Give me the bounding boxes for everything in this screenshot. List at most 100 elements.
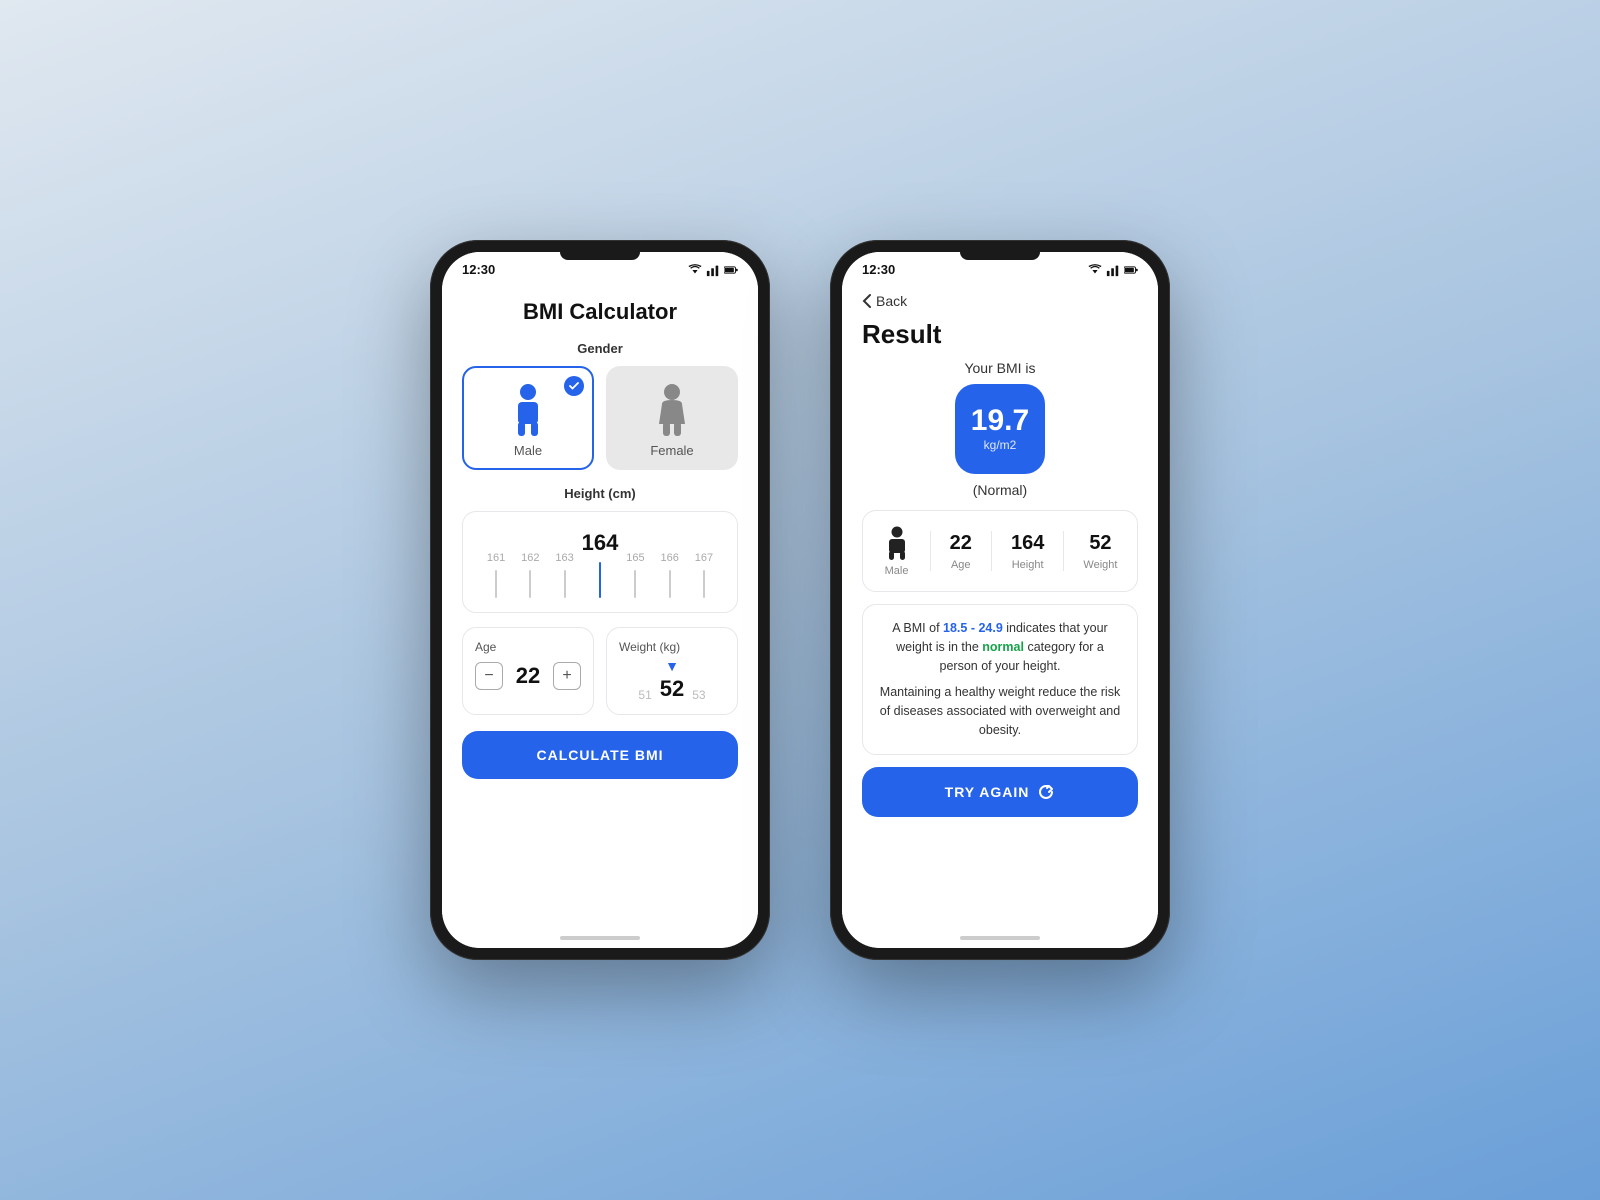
- age-card: Age − 22 +: [462, 627, 594, 715]
- weight-title: Weight (kg): [619, 640, 725, 654]
- check-badge: [564, 376, 584, 396]
- back-chevron-icon: [862, 293, 872, 309]
- ruler-num-165: 165: [626, 552, 644, 564]
- height-card: 161 162 163 164: [462, 511, 738, 613]
- stat-weight: 52 Weight: [1083, 532, 1117, 571]
- age-decrease-button[interactable]: −: [475, 662, 503, 690]
- phone-result: 12:30: [830, 240, 1170, 960]
- home-bar-2: [960, 936, 1040, 940]
- bmi-unit: kg/m2: [984, 438, 1017, 452]
- stat-divider-1: [930, 531, 931, 571]
- ruler-166: 166: [653, 552, 687, 598]
- back-button[interactable]: Back: [862, 293, 1138, 309]
- age-weight-row: Age − 22 + Weight (kg) ▼ 51 52 53: [462, 627, 738, 715]
- stat-weight-label: Weight: [1083, 559, 1117, 571]
- ruler-165: 165: [618, 552, 652, 598]
- bmi-label-text: Your BMI is: [862, 360, 1138, 376]
- battery-icon: [724, 263, 738, 277]
- age-controls: − 22 +: [475, 662, 581, 690]
- ruler-164: 164: [582, 530, 619, 598]
- bmi-range: 18.5 - 24.9: [943, 621, 1003, 635]
- height-label: Height (cm): [462, 486, 738, 501]
- gender-female-card[interactable]: Female: [606, 366, 738, 470]
- ruler-num-163: 163: [555, 552, 573, 564]
- stat-divider-2: [991, 531, 992, 571]
- weight-52: 52: [660, 676, 684, 702]
- wifi-icon: [688, 263, 702, 277]
- signal-icon: [706, 263, 720, 277]
- phone-screen-2: 12:30: [842, 252, 1158, 948]
- try-again-label: TRY AGAIN: [945, 784, 1030, 800]
- ruler-num-162: 162: [521, 552, 539, 564]
- stat-age-label: Age: [951, 559, 971, 571]
- stat-gender: Male: [883, 525, 911, 577]
- home-bar-1: [560, 936, 640, 940]
- bmi-category-text: normal: [982, 640, 1024, 654]
- info-text-1: A BMI of 18.5 - 24.9 indicates that your…: [877, 619, 1123, 675]
- weight-picker: ▼ 51 52 53: [619, 662, 725, 702]
- app-title: BMI Calculator: [462, 299, 738, 325]
- ruler-num-161: 161: [487, 552, 505, 564]
- female-label: Female: [650, 443, 693, 458]
- phone-bmi-calculator: 12:30: [430, 240, 770, 960]
- bmi-number: 19.7: [971, 406, 1029, 436]
- bmi-category: (Normal): [862, 482, 1138, 498]
- home-indicator-2: [842, 928, 1158, 948]
- ruler-num-167: 167: [695, 552, 713, 564]
- ruler-167: 167: [687, 552, 721, 598]
- info-text-2: Mantaining a healthy weight reduce the r…: [877, 683, 1123, 739]
- try-again-button[interactable]: TRY AGAIN: [862, 767, 1138, 817]
- weight-53: 53: [692, 688, 705, 702]
- ruler-161: 161: [479, 552, 513, 598]
- weight-card: Weight (kg) ▼ 51 52 53: [606, 627, 738, 715]
- result-screen: Back Result Your BMI is 19.7 kg/m2 (Norm…: [842, 283, 1158, 928]
- gender-row: Male Female: [462, 366, 738, 470]
- stat-height-label: Height: [1012, 559, 1044, 571]
- gender-label: Gender: [462, 341, 738, 356]
- bmi-value-card: 19.7 kg/m2: [955, 384, 1045, 474]
- stat-height-value: 164: [1011, 532, 1044, 555]
- status-icons-2: [1088, 263, 1138, 277]
- ruler-tick-161: [495, 570, 497, 598]
- weight-arrow: ▼: [665, 658, 679, 674]
- stat-gender-label: Male: [885, 565, 909, 577]
- refresh-icon: [1037, 783, 1055, 801]
- wifi-icon-2: [1088, 263, 1102, 277]
- phone-notch-2: [960, 252, 1040, 260]
- info-card: A BMI of 18.5 - 24.9 indicates that your…: [862, 604, 1138, 755]
- weight-51: 51: [638, 688, 651, 702]
- signal-icon-2: [1106, 263, 1120, 277]
- calculate-bmi-button[interactable]: CALCULATE BMI: [462, 731, 738, 779]
- result-title: Result: [862, 319, 1138, 350]
- male-label: Male: [514, 443, 542, 458]
- gender-male-card[interactable]: Male: [462, 366, 594, 470]
- stat-age: 22 Age: [950, 532, 972, 571]
- person-icon: [883, 525, 911, 561]
- status-time: 12:30: [462, 262, 495, 277]
- stat-weight-value: 52: [1089, 532, 1111, 555]
- ruler-num-166: 166: [661, 552, 679, 564]
- ruler-num-164: 164: [582, 530, 619, 556]
- ruler-tick-163: [564, 570, 566, 598]
- female-person-icon: [652, 382, 692, 437]
- ruler-tick-162: [529, 570, 531, 598]
- male-person-icon: [508, 382, 548, 437]
- back-label: Back: [876, 293, 907, 309]
- ruler-162: 162: [513, 552, 547, 598]
- status-time-2: 12:30: [862, 262, 895, 277]
- age-title: Age: [475, 640, 581, 654]
- age-value: 22: [516, 663, 540, 689]
- bmi-calculator-screen: BMI Calculator Gender: [442, 283, 758, 928]
- stat-height: 164 Height: [1011, 532, 1044, 571]
- ruler-tick-165: [634, 570, 636, 598]
- phone-screen: 12:30: [442, 252, 758, 948]
- stat-divider-3: [1063, 531, 1064, 571]
- battery-icon-2: [1124, 263, 1138, 277]
- stat-age-value: 22: [950, 532, 972, 555]
- ruler-163: 163: [547, 552, 581, 598]
- status-icons: [688, 263, 738, 277]
- home-indicator-1: [442, 928, 758, 948]
- phone-notch: [560, 252, 640, 260]
- age-increase-button[interactable]: +: [553, 662, 581, 690]
- height-ruler: 161 162 163 164: [479, 530, 721, 598]
